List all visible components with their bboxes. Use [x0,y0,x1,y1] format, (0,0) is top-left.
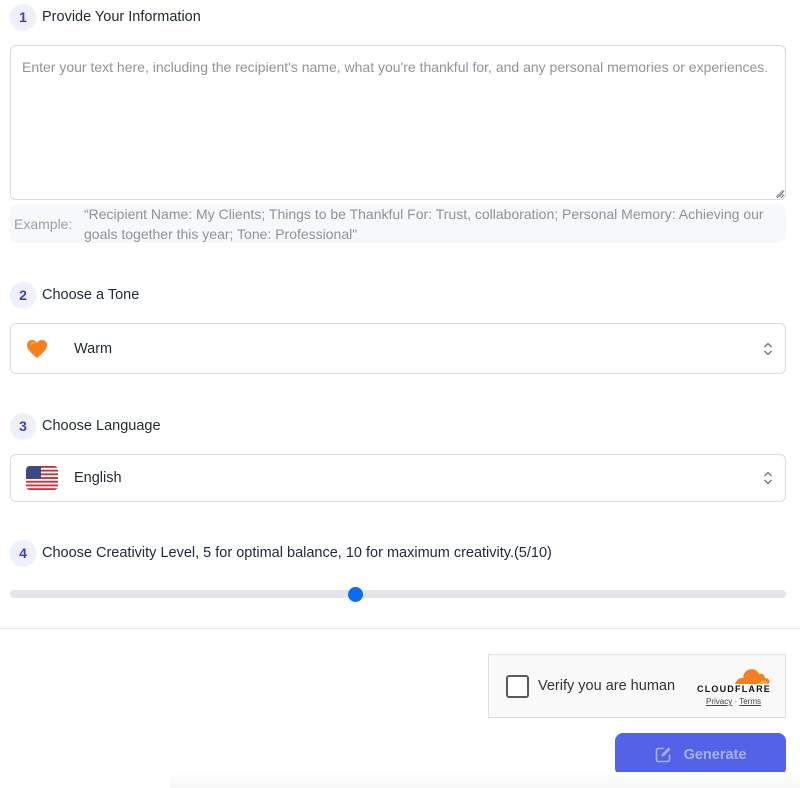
privacy-link[interactable]: Privacy [706,697,732,706]
chevron-updown-icon [764,342,772,355]
step-number: 2 [10,282,36,308]
terms-link[interactable]: Terms [739,697,761,706]
step-3-header: 3 Choose Language [10,413,161,439]
cloudflare-captcha: Verify you are human CLOUDFLARE Privacy … [488,654,786,718]
step-number: 4 [10,540,36,566]
generate-label: Generate [683,746,747,763]
step-number: 3 [10,413,36,439]
cloudflare-cloud-icon [735,669,770,684]
edit-icon [655,747,671,763]
tone-select[interactable]: Warm [10,323,786,374]
chevron-updown-icon [764,471,772,485]
example-text: “Recipient Name: My Clients; Things to b… [84,205,764,242]
information-textarea[interactable] [10,45,786,200]
orange-heart-icon [26,339,48,359]
captcha-links: Privacy · Terms [706,697,761,706]
creativity-slider[interactable] [10,587,786,602]
slider-track[interactable] [10,590,786,598]
step-4-header: 4 Choose Creativity Level, 5 for optimal… [10,540,552,566]
link-separator: · [734,697,738,706]
us-flag-icon [26,466,58,490]
step-title: Choose a Tone [42,287,140,303]
bottom-fade [170,772,800,788]
step-1-header: 1 Provide Your Information [10,4,201,30]
example-label: Example: [14,215,73,232]
step-title: Choose Language [42,418,161,434]
language-selected-value: English [74,470,122,486]
tone-selected-value: Warm [74,340,113,357]
step-2-header: 2 Choose a Tone [10,282,139,308]
slider-thumb[interactable] [348,587,363,602]
example-box: Example: “Recipient Name: My Clients; Th… [10,204,786,243]
captcha-label: Verify you are human [538,678,676,694]
language-select[interactable]: English [10,454,786,502]
step-title: Provide Your Information [42,9,201,25]
step-title: Choose Creativity Level, 5 for optimal b… [42,545,552,561]
divider [0,628,800,629]
verify-checkbox[interactable] [506,675,529,698]
step-number: 1 [10,4,36,30]
generate-button[interactable]: Generate [615,733,786,776]
cloudflare-brand: CLOUDFLARE [697,684,771,694]
